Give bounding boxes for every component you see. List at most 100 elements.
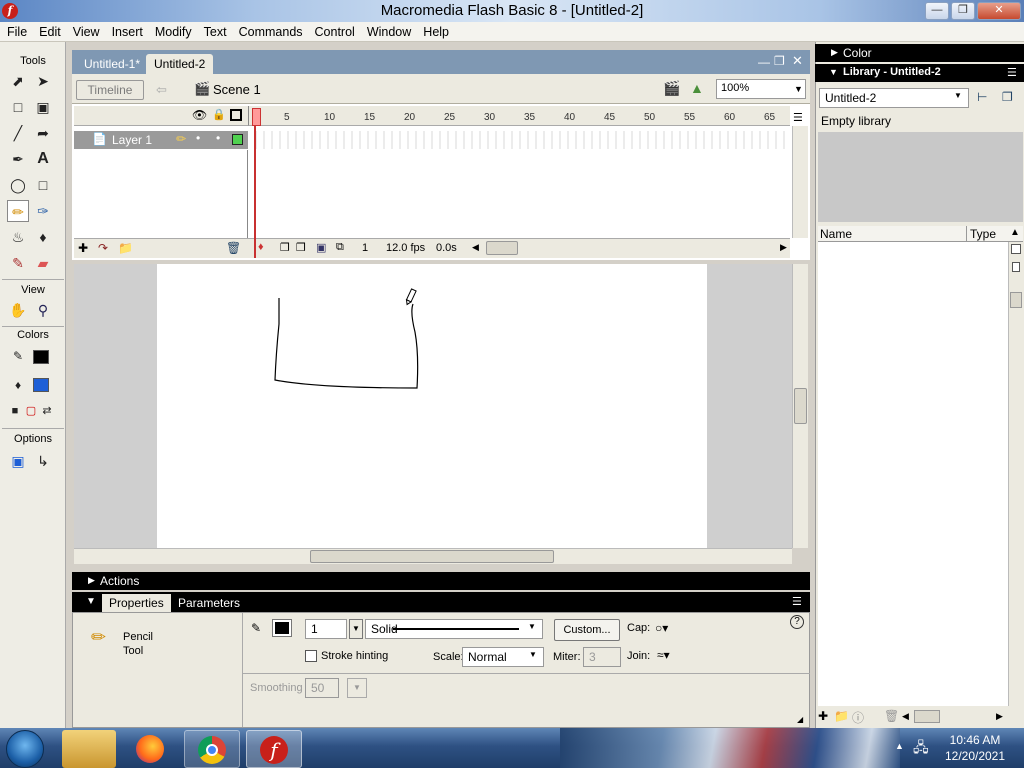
stroke-height-input[interactable]: 1 xyxy=(305,619,347,639)
scale-select[interactable]: Normal ▼ xyxy=(462,647,544,667)
menu-commands[interactable]: Commands xyxy=(232,22,308,39)
library-panel-bar[interactable]: ▼ Library - Untitled-2 ☰ xyxy=(815,64,1024,82)
library-vscroll-thumb[interactable] xyxy=(1010,292,1022,308)
stage-canvas[interactable] xyxy=(157,264,707,548)
stroke-height-dropdown-icon[interactable]: ▼ xyxy=(349,619,363,639)
menu-modify[interactable]: Modify xyxy=(148,22,197,39)
network-icon[interactable]: 🖧 xyxy=(913,737,929,761)
back-arrow-icon[interactable]: ⇦ xyxy=(156,82,167,98)
doc-minimize-icon[interactable]: — xyxy=(758,55,770,69)
frame-rate[interactable]: 12.0 fps xyxy=(386,242,425,254)
subselect-tool-icon[interactable]: ➤ xyxy=(32,70,54,92)
library-hscroll-thumb[interactable] xyxy=(914,710,940,723)
hand-tool-icon[interactable]: ✋ xyxy=(7,299,29,321)
brush-tool-icon[interactable]: ✑ xyxy=(32,200,54,222)
library-list[interactable] xyxy=(818,242,1008,706)
edit-scene-icon[interactable]: 🎬 xyxy=(663,80,680,97)
cap-icon[interactable]: ○▾ xyxy=(655,621,668,635)
zoom-select[interactable]: 100% xyxy=(716,79,806,99)
playhead[interactable] xyxy=(254,108,256,258)
sort-icon[interactable]: ▲ xyxy=(1010,227,1020,238)
insert-layer-icon[interactable]: ✚ xyxy=(78,241,88,255)
new-folder-icon[interactable]: 📁 xyxy=(834,709,849,723)
custom-button[interactable]: Custom... xyxy=(554,619,620,641)
column-name[interactable]: Name xyxy=(820,227,852,241)
stage-vscroll-thumb[interactable] xyxy=(794,388,807,424)
onion-outlines-icon[interactable]: ❒ xyxy=(296,241,306,254)
pin-library-icon[interactable]: ⊢ xyxy=(977,90,987,104)
layer-outline-color[interactable] xyxy=(232,134,243,145)
frame-ruler[interactable]: 1 5 10 15 20 25 30 35 40 45 50 55 60 65 xyxy=(248,106,790,126)
edit-symbols-icon[interactable]: ▲ xyxy=(690,80,704,96)
object-drawing-icon[interactable]: ▣ xyxy=(7,450,29,472)
outline-icon[interactable] xyxy=(230,109,242,121)
menu-file[interactable]: File xyxy=(0,22,32,39)
scroll-left-icon[interactable]: ◀ xyxy=(902,711,909,722)
lasso-tool-icon[interactable]: ➦ xyxy=(32,122,54,144)
new-library-panel-icon[interactable]: ❐ xyxy=(1002,90,1013,104)
line-tool-icon[interactable]: ╱ xyxy=(7,122,29,144)
collapse-arrow-icon[interactable]: ▼ xyxy=(86,596,96,607)
join-icon[interactable]: ≈▾ xyxy=(657,648,670,662)
lock-icon[interactable]: 🔒 xyxy=(212,108,226,121)
zoom-tool-icon[interactable]: ⚲ xyxy=(32,299,54,321)
flash-icon[interactable]: f xyxy=(2,3,18,19)
arrow-tool-icon[interactable]: ⬈ xyxy=(7,70,29,92)
scroll-left-icon[interactable]: ◀ xyxy=(472,242,479,253)
menu-insert[interactable]: Insert xyxy=(105,22,148,39)
swap-colors-icon[interactable]: ⇄ xyxy=(36,400,58,422)
rectangle-tool-icon[interactable]: □ xyxy=(32,174,54,196)
tab-untitled-2[interactable]: Untitled-2 xyxy=(146,54,214,74)
trash-icon[interactable]: 🗑 xyxy=(884,709,899,723)
resize-grip-icon[interactable]: ◢ xyxy=(797,715,803,724)
library-vscroll[interactable] xyxy=(1008,242,1023,706)
stroke-color-swatch[interactable] xyxy=(272,619,292,637)
eye-icon[interactable]: 👁 xyxy=(192,108,207,122)
library-doc-select[interactable]: Untitled-2 ▼ xyxy=(819,88,969,108)
tab-parameters[interactable]: Parameters xyxy=(178,596,240,610)
scroll-right-icon[interactable]: ▶ xyxy=(780,242,787,253)
color-panel-bar[interactable]: ▶ Color xyxy=(815,44,1024,62)
flash-taskbar-icon[interactable]: f xyxy=(246,730,302,768)
help-icon[interactable]: ? xyxy=(790,615,804,629)
miter-input[interactable]: 3 xyxy=(583,647,621,667)
menu-edit[interactable]: Edit xyxy=(32,22,66,39)
panel-menu-icon[interactable]: ☰ xyxy=(792,595,802,608)
center-frame-icon[interactable]: ♦ xyxy=(258,241,264,253)
ink-bottle-icon[interactable]: ♨ xyxy=(7,226,29,248)
pencil-tool-icon[interactable]: ✏ xyxy=(7,200,29,222)
menu-window[interactable]: Window xyxy=(360,22,416,39)
tab-untitled-1[interactable]: Untitled-1* xyxy=(76,54,148,74)
menu-help[interactable]: Help xyxy=(416,22,454,39)
playhead-handle[interactable] xyxy=(252,108,261,126)
close-button[interactable]: ✕ xyxy=(977,2,1021,20)
paint-bucket-icon[interactable]: ♦ xyxy=(32,226,54,248)
menu-control[interactable]: Control xyxy=(308,22,360,39)
chrome-icon[interactable] xyxy=(184,730,240,768)
new-symbol-icon[interactable]: ✚ xyxy=(818,709,828,723)
stroke-color-swatch[interactable] xyxy=(33,350,49,364)
insert-folder-icon[interactable]: 📁 xyxy=(118,241,133,255)
timeline-toggle-button[interactable]: Timeline xyxy=(76,80,144,100)
add-motion-guide-icon[interactable]: ↷ xyxy=(98,241,108,255)
menu-text[interactable]: Text xyxy=(197,22,232,39)
free-transform-icon[interactable]: □ xyxy=(7,96,29,118)
doc-close-icon[interactable]: ✕ xyxy=(792,53,803,69)
timeline-hscroll-thumb[interactable] xyxy=(486,241,518,255)
pencil-mode-icon[interactable]: ↳ xyxy=(32,450,54,472)
smoothing-input[interactable]: 50 xyxy=(305,678,339,698)
layer-row[interactable]: 📄 Layer 1 ✏ • • xyxy=(74,131,248,149)
trash-icon[interactable]: 🗑 xyxy=(226,241,241,255)
stroke-hinting-checkbox[interactable] xyxy=(305,650,317,662)
properties-icon[interactable]: ⓘ xyxy=(852,709,864,726)
timeline-vscroll[interactable] xyxy=(792,126,808,238)
tab-properties[interactable]: Properties xyxy=(102,594,171,612)
restore-button[interactable]: ❐ xyxy=(951,2,975,20)
lock-dot-icon[interactable]: • xyxy=(216,131,220,145)
firefox-icon[interactable] xyxy=(124,730,180,768)
narrow-view-icon[interactable] xyxy=(1012,262,1020,272)
oval-tool-icon[interactable]: ◯ xyxy=(7,174,29,196)
timeline-menu-icon[interactable]: ☰ xyxy=(793,111,803,124)
file-explorer-icon[interactable] xyxy=(62,730,116,768)
eraser-icon[interactable]: ▰ xyxy=(32,252,54,274)
